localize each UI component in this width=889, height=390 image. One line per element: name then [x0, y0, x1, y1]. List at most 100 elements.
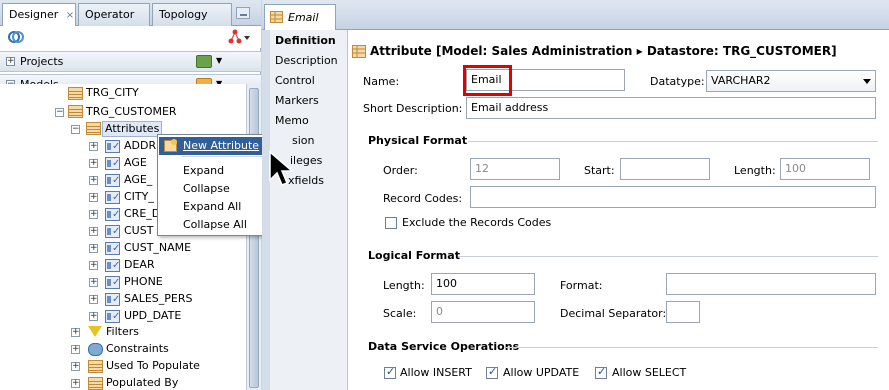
new-attribute-icon: [164, 139, 177, 152]
start-label: Start:: [584, 164, 615, 177]
mouse-pointer-icon: [269, 150, 295, 186]
chevron-down-icon: [863, 79, 871, 84]
expand-icon[interactable]: +: [89, 312, 98, 321]
tree-node-label: CUST: [124, 224, 154, 237]
physical-format-heading: Physical Format: [368, 134, 468, 147]
expand-icon[interactable]: +: [89, 261, 98, 270]
scrollbar-thumb[interactable]: [249, 88, 259, 388]
expand-icon[interactable]: +: [89, 142, 98, 151]
column-icon: [105, 241, 120, 257]
tree-node-attribute[interactable]: + SALES_PERS: [0, 291, 240, 308]
tree-node-attribute[interactable]: + UPD_DATE: [0, 308, 240, 325]
tree-node-label: SALES_PERS: [124, 292, 193, 305]
column-icon: [105, 309, 120, 325]
tab-topology-label: Topology: [159, 8, 208, 21]
column-icon: [105, 156, 120, 172]
expand-icon[interactable]: +: [89, 295, 98, 304]
expand-icon[interactable]: +: [71, 379, 80, 388]
tree-node-label: DEAR: [124, 258, 155, 271]
expand-icon[interactable]: +: [89, 176, 98, 185]
projects-section[interactable]: + Projects ▼: [0, 51, 261, 72]
format-field[interactable]: [666, 273, 876, 295]
datatype-select[interactable]: VARCHAR2: [706, 70, 876, 92]
collapse-icon[interactable]: −: [71, 125, 80, 134]
allow-update-checkbox[interactable]: [486, 365, 498, 379]
search-options-icon[interactable]: [228, 29, 252, 45]
tab-designer-label: Designer: [9, 8, 59, 21]
tree-node-label: UPD_DATE: [124, 309, 182, 322]
nav-definition[interactable]: Definition: [275, 34, 336, 47]
editor-tabs: Email: [262, 0, 889, 30]
allow-select-label: Allow SELECT: [612, 366, 687, 379]
order-field[interactable]: 12: [470, 158, 560, 180]
expand-icon[interactable]: +: [89, 227, 98, 236]
allow-select-checkbox[interactable]: [595, 365, 607, 379]
tab-topology[interactable]: Topology: [152, 3, 232, 26]
scale-field[interactable]: 0: [431, 301, 535, 323]
short-description-field[interactable]: Email address: [466, 97, 876, 119]
column-icon: [105, 224, 120, 240]
expand-icon[interactable]: +: [89, 278, 98, 287]
tree-node-populated-by[interactable]: + Populated By: [0, 375, 240, 390]
tree-node-attribute[interactable]: + PHONE: [0, 274, 240, 291]
expand-icon[interactable]: +: [71, 362, 80, 371]
menu-item-label: Expand: [183, 164, 225, 177]
chevron-down-icon[interactable]: ▼: [216, 56, 222, 65]
nav-memo[interactable]: Memo: [275, 114, 309, 127]
models-tree: TRG_CITY − TRG_CUSTOMER − Attributes + AD…: [0, 84, 246, 390]
start-field[interactable]: [620, 158, 710, 180]
tree-node-filters[interactable]: + Filters: [0, 324, 240, 341]
tree-node-label: CRE_D: [124, 207, 161, 220]
nav-control[interactable]: Control: [275, 74, 315, 87]
nav-markers[interactable]: Markers: [275, 94, 319, 107]
expand-icon[interactable]: +: [71, 328, 80, 337]
tree-node-label: TRG_CUSTOMER: [86, 105, 177, 118]
logical-length-label: Length:: [383, 279, 425, 292]
tree-node-used-to-populate[interactable]: + Used To Populate: [0, 358, 240, 375]
tree-node-trg-customer[interactable]: − TRG_CUSTOMER: [0, 104, 240, 121]
tree-node-label: AGE_: [124, 173, 153, 186]
tab-email[interactable]: Email: [264, 4, 336, 30]
nav-version[interactable]: sion: [292, 134, 315, 147]
logical-format-heading: Logical Format: [368, 249, 460, 262]
tab-designer[interactable]: Designer ×: [2, 3, 76, 27]
tab-operator[interactable]: Operator: [78, 3, 150, 26]
attributes-folder-icon: [86, 122, 101, 135]
exclude-records-label: Exclude the Records Codes: [402, 216, 552, 229]
tree-node-attribute[interactable]: + DEAR: [0, 257, 240, 274]
tab-email-label: Email: [288, 11, 319, 24]
tree-node-constraints[interactable]: + Constraints: [0, 341, 240, 358]
length-field[interactable]: 100: [780, 158, 870, 180]
divider: [458, 256, 878, 257]
expand-icon[interactable]: +: [89, 159, 98, 168]
record-codes-field[interactable]: [470, 186, 876, 208]
expand-icon[interactable]: +: [71, 345, 80, 354]
exclude-records-checkbox[interactable]: [385, 217, 397, 229]
tree-scrollbar[interactable]: [246, 84, 261, 390]
order-label: Order:: [383, 164, 418, 177]
highlight-box: [463, 65, 512, 96]
tree-node-label: Filters: [106, 325, 139, 338]
connect-icon[interactable]: [8, 29, 24, 45]
tree-node-label: CITY_: [124, 190, 154, 203]
logical-length-field[interactable]: 100: [431, 273, 535, 295]
datatype-value: VARCHAR2: [711, 74, 771, 87]
column-icon: [105, 139, 120, 155]
minimize-icon[interactable]: [236, 7, 250, 19]
tree-node-label: Used To Populate: [106, 359, 200, 372]
collapse-icon[interactable]: −: [55, 108, 64, 117]
column-icon: [105, 207, 120, 223]
expand-icon[interactable]: +: [89, 244, 98, 253]
nav-description[interactable]: Description: [275, 54, 338, 67]
close-icon[interactable]: ×: [66, 10, 74, 21]
expand-icon[interactable]: +: [6, 57, 15, 66]
expand-icon[interactable]: +: [89, 210, 98, 219]
datastore-icon: [88, 360, 103, 373]
expand-icon[interactable]: +: [89, 193, 98, 202]
name-label: Name:: [363, 75, 400, 88]
decimal-separator-field[interactable]: [666, 301, 700, 323]
tree-node-attribute[interactable]: + CUST_NAME: [0, 240, 240, 257]
tree-node-trg-city[interactable]: TRG_CITY: [0, 86, 240, 103]
project-new-icon[interactable]: [196, 55, 212, 68]
allow-insert-checkbox[interactable]: [384, 365, 396, 379]
